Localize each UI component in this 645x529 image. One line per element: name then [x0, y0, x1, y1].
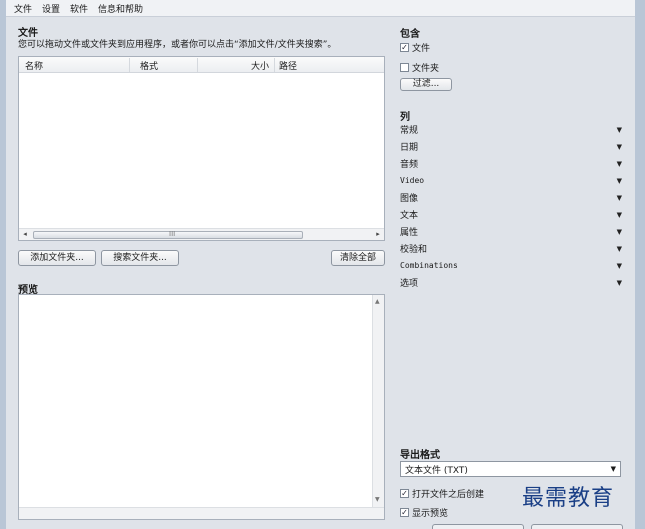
include-folders-label: 文件夹	[412, 64, 440, 74]
scroll-grip-icon: III	[169, 230, 176, 238]
column-group-label: 日期	[400, 143, 419, 153]
columns-list: 常规 ▼ 日期 ▼ 音频 ▼ Video ▼ 图像 ▼ 文本 ▼ 属性 ▼ 校验和 ▼ Comb…	[400, 121, 624, 291]
column-group-combinations[interactable]: Combinations ▼	[400, 257, 624, 274]
column-header-path[interactable]: 路径	[279, 59, 297, 72]
show-preview-row[interactable]: ✓ 显示预览	[400, 506, 448, 519]
column-group-attributes[interactable]: 属性 ▼	[400, 223, 624, 240]
scroll-right-icon[interactable]: ▸	[373, 230, 383, 238]
file-list[interactable]: 名称 格式 大小 路径 ◂ III ▸	[18, 56, 385, 241]
column-divider[interactable]	[197, 58, 198, 72]
file-list-header: 名称 格式 大小 路径	[19, 57, 384, 73]
triangle-down-icon[interactable]: ▼	[617, 194, 624, 202]
add-folder-button[interactable]: 添加文件夹...	[18, 250, 96, 266]
column-group-label: 常规	[400, 126, 419, 136]
column-group-label: 校验和	[400, 245, 428, 255]
column-divider[interactable]	[274, 58, 275, 72]
column-group-label: 音频	[400, 160, 419, 170]
triangle-down-icon[interactable]: ▼	[617, 279, 624, 287]
open-after-checkbox[interactable]: ✓	[400, 489, 409, 498]
export-title: 导出格式	[400, 450, 440, 461]
menu-file[interactable]: 文件	[14, 2, 32, 15]
triangle-down-icon[interactable]: ▼	[617, 211, 624, 219]
search-folder-button[interactable]: 搜索文件夹...	[101, 250, 179, 266]
triangle-down-icon[interactable]: ▼	[617, 177, 624, 185]
column-group-image[interactable]: 图像 ▼	[400, 189, 624, 206]
filter-button[interactable]: 过滤...	[400, 78, 452, 91]
triangle-down-icon[interactable]: ▼	[617, 160, 624, 168]
triangle-down-icon[interactable]: ▼	[617, 143, 624, 151]
triangle-down-icon[interactable]: ▼	[617, 245, 624, 253]
menu-software[interactable]: 软件	[70, 2, 88, 15]
show-preview-checkbox[interactable]: ✓	[400, 508, 409, 517]
include-folders-row[interactable]: 文件夹	[400, 61, 439, 74]
column-group-label: 属性	[400, 228, 419, 238]
menu-info-help[interactable]: 信息和帮助	[98, 2, 143, 15]
include-files-row[interactable]: ✓ 文件	[400, 41, 430, 54]
column-group-label: Combinations	[400, 261, 458, 270]
watermark-text: 最需教育	[522, 486, 615, 511]
preview-hscrollbar[interactable]	[19, 507, 384, 519]
open-after-row[interactable]: ✓ 打开文件之后创建	[400, 487, 484, 500]
scroll-up-icon[interactable]: ▲	[375, 298, 380, 305]
scroll-left-icon[interactable]: ◂	[20, 230, 30, 238]
open-after-label: 打开文件之后创建	[412, 490, 485, 500]
bottom-button-partial[interactable]	[531, 524, 623, 529]
clear-all-button[interactable]: 清除全部	[331, 250, 385, 266]
menu-settings[interactable]: 设置	[42, 2, 60, 15]
menu-bar: 文件 设置 软件 信息和帮助	[6, 0, 635, 17]
column-group-video[interactable]: Video ▼	[400, 172, 624, 189]
file-list-hscrollbar[interactable]: ◂ III ▸	[19, 228, 384, 240]
chevron-down-icon[interactable]: ▼	[611, 465, 616, 473]
files-hint: 您可以拖动文件或文件夹到应用程序，或者你可以点击“添加文件/文件夹搜索”。	[18, 40, 337, 50]
column-group-date[interactable]: 日期 ▼	[400, 138, 624, 155]
triangle-down-icon[interactable]: ▼	[617, 228, 624, 236]
column-group-general[interactable]: 常规 ▼	[400, 121, 624, 138]
export-format-select[interactable]: 文本文件 (TXT) ▼	[400, 461, 621, 477]
export-format-value: 文本文件 (TXT)	[405, 465, 468, 476]
column-divider[interactable]	[129, 58, 130, 72]
column-group-checksum[interactable]: 校验和 ▼	[400, 240, 624, 257]
preview-pane[interactable]: ▲ ▼	[18, 294, 385, 520]
show-preview-label: 显示预览	[412, 509, 449, 519]
scroll-down-icon[interactable]: ▼	[375, 496, 380, 503]
column-group-audio[interactable]: 音频 ▼	[400, 155, 624, 172]
include-files-checkbox[interactable]: ✓	[400, 43, 409, 52]
bottom-button-partial[interactable]	[432, 524, 524, 529]
column-group-label: 文本	[400, 211, 419, 221]
scroll-thumb[interactable]: III	[33, 230, 303, 239]
column-group-label: 选项	[400, 279, 419, 289]
include-title: 包含	[400, 29, 420, 40]
column-group-label: Video	[400, 176, 425, 185]
column-header-format[interactable]: 格式	[140, 59, 158, 72]
column-group-label: 图像	[400, 194, 419, 204]
column-header-name[interactable]: 名称	[25, 59, 43, 72]
triangle-down-icon[interactable]: ▼	[617, 262, 624, 270]
column-header-size[interactable]: 大小	[251, 59, 269, 72]
column-group-text[interactable]: 文本 ▼	[400, 206, 624, 223]
triangle-down-icon[interactable]: ▼	[617, 126, 624, 134]
preview-vscrollbar[interactable]: ▲ ▼	[372, 295, 384, 519]
include-folders-checkbox[interactable]	[400, 63, 409, 72]
include-files-label: 文件	[412, 44, 431, 54]
column-group-options[interactable]: 选项 ▼	[400, 274, 624, 291]
